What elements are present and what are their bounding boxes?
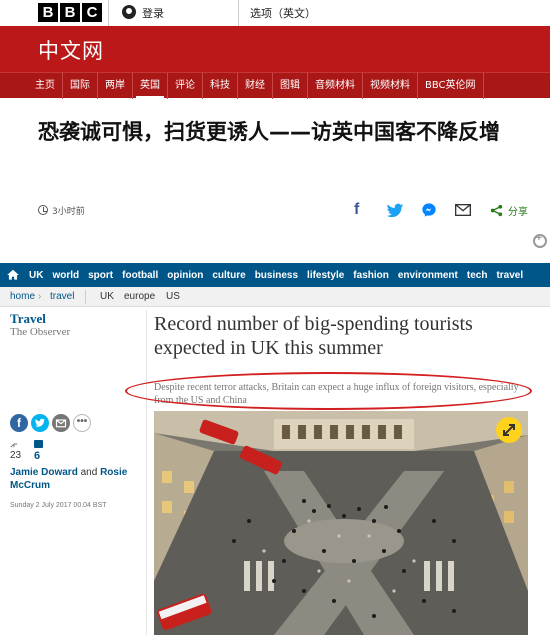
section-label[interactable]: Travel	[10, 311, 46, 327]
publish-date: Sunday 2 July 2017 00.04 BST	[10, 502, 107, 509]
nav-item-pictures[interactable]: 图辑	[273, 73, 308, 99]
share-label[interactable]: 分享	[508, 203, 528, 218]
nav-item-ukchina[interactable]: BBC英伦网	[418, 73, 484, 99]
nav-item-business[interactable]: business	[255, 270, 298, 281]
email-icon[interactable]	[52, 414, 70, 432]
comment-count[interactable]: 6	[34, 450, 40, 462]
nav-item-tech[interactable]: 科技	[203, 73, 238, 99]
twitter-icon[interactable]	[31, 414, 49, 432]
bbc-logo-letter: B	[60, 3, 80, 22]
article-photo[interactable]	[154, 411, 528, 635]
section-title[interactable]: 中文网	[38, 35, 104, 65]
user-icon[interactable]	[122, 5, 136, 19]
home-icon[interactable]	[6, 268, 20, 282]
divider	[146, 310, 147, 635]
bbc-logo[interactable]: B B C	[38, 3, 102, 22]
nav-item-tech[interactable]: tech	[467, 270, 488, 281]
publication-label: The Observer	[10, 326, 71, 338]
expand-image-button[interactable]	[496, 417, 522, 443]
share-icon[interactable]	[490, 200, 504, 220]
nav-item-travel[interactable]: travel	[496, 270, 523, 281]
subnav-us[interactable]: US	[166, 291, 180, 302]
bbc-nav-list: 主页 国际 两岸 英国 评论 科技 财经 图辑 音频材料 视频材料 BBC英伦网	[28, 73, 484, 99]
byline: Jamie Doward and Rosie McCrum	[10, 466, 140, 492]
highlight-ellipse	[125, 372, 532, 410]
nav-item-fashion[interactable]: fashion	[353, 270, 389, 281]
bbc-logo-letter: B	[38, 3, 58, 22]
nav-item-opinion[interactable]: opinion	[167, 270, 203, 281]
bbc-nav-bar: 主页 国际 两岸 英国 评论 科技 财经 图辑 音频材料 视频材料 BBC英伦网	[0, 72, 550, 99]
nav-item-world[interactable]: 国际	[63, 73, 98, 99]
nav-item-uk[interactable]: 英国	[133, 73, 168, 99]
article-headline: Record number of big-spending tourists e…	[154, 313, 473, 359]
nav-item-comment[interactable]: 评论	[168, 73, 203, 99]
bbc-headline: 恐袭诚可惧，扫货更诱人——访英中国客不降反增	[38, 120, 500, 144]
facebook-icon[interactable]: f	[354, 200, 368, 220]
breadcrumb-home[interactable]: home	[10, 291, 35, 302]
twitter-icon[interactable]	[386, 200, 404, 220]
signin-link[interactable]: 登录	[142, 5, 164, 21]
divider	[238, 0, 239, 26]
comment-icon[interactable]	[34, 440, 43, 448]
messenger-icon[interactable]	[421, 200, 439, 220]
expand-icon	[503, 424, 515, 436]
nav-item-uk[interactable]: UK	[29, 270, 43, 281]
byline-joiner: and	[77, 467, 101, 478]
nav-item-culture[interactable]: culture	[212, 270, 245, 281]
bbc-section-header: 中文网	[0, 26, 550, 72]
breadcrumb-travel[interactable]: travel	[50, 291, 74, 302]
divider	[85, 290, 86, 304]
bbc-top-bar: B B C 登录 选项（英文）	[0, 0, 550, 26]
share-count: 23	[10, 450, 22, 461]
clock-icon	[38, 205, 48, 215]
nav-item-football[interactable]: football	[122, 270, 158, 281]
zoom-in-icon[interactable]	[533, 233, 547, 248]
nav-item-video[interactable]: 视频材料	[363, 73, 418, 99]
nav-item-lifestyle[interactable]: lifestyle	[307, 270, 344, 281]
subnav-europe[interactable]: europe	[124, 291, 155, 302]
guardian-nav-list: UK world sport football opinion culture …	[6, 263, 532, 287]
nav-item-cross-strait[interactable]: 两岸	[98, 73, 133, 99]
options-link[interactable]: 选项（英文）	[250, 5, 316, 21]
subnav-uk[interactable]: UK	[100, 291, 114, 302]
email-icon[interactable]	[455, 200, 473, 220]
nav-item-world[interactable]: world	[52, 270, 79, 281]
bbc-logo-letter: C	[82, 3, 102, 22]
share-count-icon	[10, 443, 18, 448]
nav-item-business[interactable]: 财经	[238, 73, 273, 99]
nav-item-sport[interactable]: sport	[88, 270, 113, 281]
facebook-icon[interactable]: f	[10, 414, 28, 432]
guardian-nav-bar: UK world sport football opinion culture …	[0, 263, 550, 287]
divider	[108, 0, 109, 26]
author-link[interactable]: Jamie Doward	[10, 467, 78, 478]
nav-item-audio[interactable]: 音频材料	[308, 73, 363, 99]
breadcrumb-separator: ›	[38, 291, 42, 302]
more-share-button[interactable]: •••	[73, 414, 91, 432]
nav-item-home[interactable]: 主页	[28, 73, 63, 99]
nav-item-environment[interactable]: environment	[398, 270, 458, 281]
breadcrumb: home › travel UK europe US	[0, 287, 550, 307]
timestamp: 3小时前	[52, 207, 85, 217]
